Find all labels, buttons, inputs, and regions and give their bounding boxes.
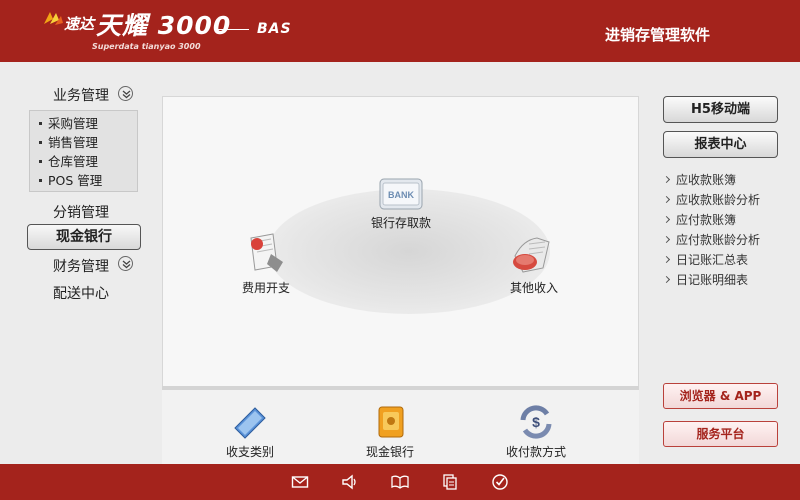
app-name: 进销存管理软件 — [605, 26, 711, 44]
link-payable-ledger[interactable]: 应付款账簿 — [662, 210, 792, 230]
node-other-income[interactable]: 其他收入 — [499, 232, 569, 296]
business-submenu: 采购管理 销售管理 仓库管理 POS 管理 — [29, 110, 138, 192]
submenu-sales[interactable]: 销售管理 — [39, 133, 137, 152]
safe-icon — [378, 406, 404, 438]
browser-app-button[interactable]: 浏览器 & APP — [663, 383, 778, 409]
item-cash-bank[interactable]: 现金银行 — [345, 404, 435, 460]
expense-icon — [250, 233, 283, 272]
link-receivable-ledger[interactable]: 应收款账簿 — [662, 170, 792, 190]
node-expense[interactable]: 费用开支 — [231, 232, 301, 296]
footer-bar — [0, 464, 800, 500]
chevron-down-icon[interactable] — [118, 86, 133, 101]
logo-icon — [44, 12, 63, 25]
nav-finance[interactable]: 财务管理 — [53, 256, 109, 276]
h5-mobile-button[interactable]: H5移动端 — [663, 96, 778, 123]
item-category[interactable]: 收支类别 — [205, 404, 295, 460]
nav-business[interactable]: 业务管理 — [53, 85, 109, 105]
nav-delivery[interactable]: 配送中心 — [53, 283, 109, 303]
item-category-label: 收支类别 — [225, 445, 274, 459]
report-links: 应收款账簿 应收款账龄分析 应付款账簿 应付款账龄分析 日记账汇总表 日记账明细… — [662, 170, 792, 290]
nav-distribution[interactable]: 分销管理 — [53, 202, 109, 222]
app-header: 速达 天耀 3000 Superdata tianyao 3000 BAS 进销… — [0, 0, 800, 62]
edition-label: BAS — [257, 21, 292, 37]
product-title: 天耀 3000 — [96, 11, 232, 40]
payment-icon: $ — [520, 405, 552, 439]
link-receivable-aging[interactable]: 应收款账龄分析 — [662, 190, 792, 210]
item-payment-method[interactable]: $ 收付款方式 — [491, 404, 581, 460]
link-journal-detail[interactable]: 日记账明细表 — [662, 270, 792, 290]
copy-icon[interactable] — [441, 473, 459, 491]
title-divider — [217, 29, 249, 30]
report-center-button[interactable]: 报表中心 — [663, 131, 778, 158]
submenu-purchase[interactable]: 采购管理 — [39, 114, 137, 133]
submenu-pos[interactable]: POS 管理 — [39, 171, 137, 190]
nav-cash-bank[interactable]: 现金银行 — [27, 224, 141, 250]
mail-icon[interactable] — [291, 473, 309, 491]
income-icon — [513, 237, 550, 273]
link-journal-summary[interactable]: 日记账汇总表 — [662, 250, 792, 270]
brand-name: 速达 — [64, 15, 95, 33]
node-other-income-label: 其他收入 — [509, 281, 558, 295]
chevron-down-icon[interactable] — [118, 256, 133, 271]
bank-badge: BANK — [388, 190, 414, 200]
bank-icon: BANK — [379, 178, 423, 210]
item-cash-bank-label: 现金银行 — [365, 445, 414, 459]
book-icon — [234, 407, 266, 439]
link-payable-aging[interactable]: 应付款账龄分析 — [662, 230, 792, 250]
check-icon[interactable] — [491, 473, 509, 491]
item-payment-method-label: 收付款方式 — [505, 445, 566, 459]
product-subtitle: Superdata tianyao 3000 — [92, 42, 201, 51]
node-bank-deposit[interactable]: BANK 银行存取款 — [359, 175, 443, 231]
main-panel: BANK 银行存取款 费用开支 其他收入 — [162, 96, 639, 388]
book-open-icon[interactable] — [391, 473, 409, 491]
node-expense-label: 费用开支 — [241, 281, 290, 295]
service-platform-button[interactable]: 服务平台 — [663, 421, 778, 447]
submenu-warehouse[interactable]: 仓库管理 — [39, 152, 137, 171]
bottom-toolbar: 收支类别 现金银行 $ 收付款方式 — [162, 386, 639, 464]
speaker-icon[interactable] — [341, 473, 359, 491]
svg-text:$: $ — [532, 414, 540, 430]
node-bank-deposit-label: 银行存取款 — [370, 216, 431, 230]
